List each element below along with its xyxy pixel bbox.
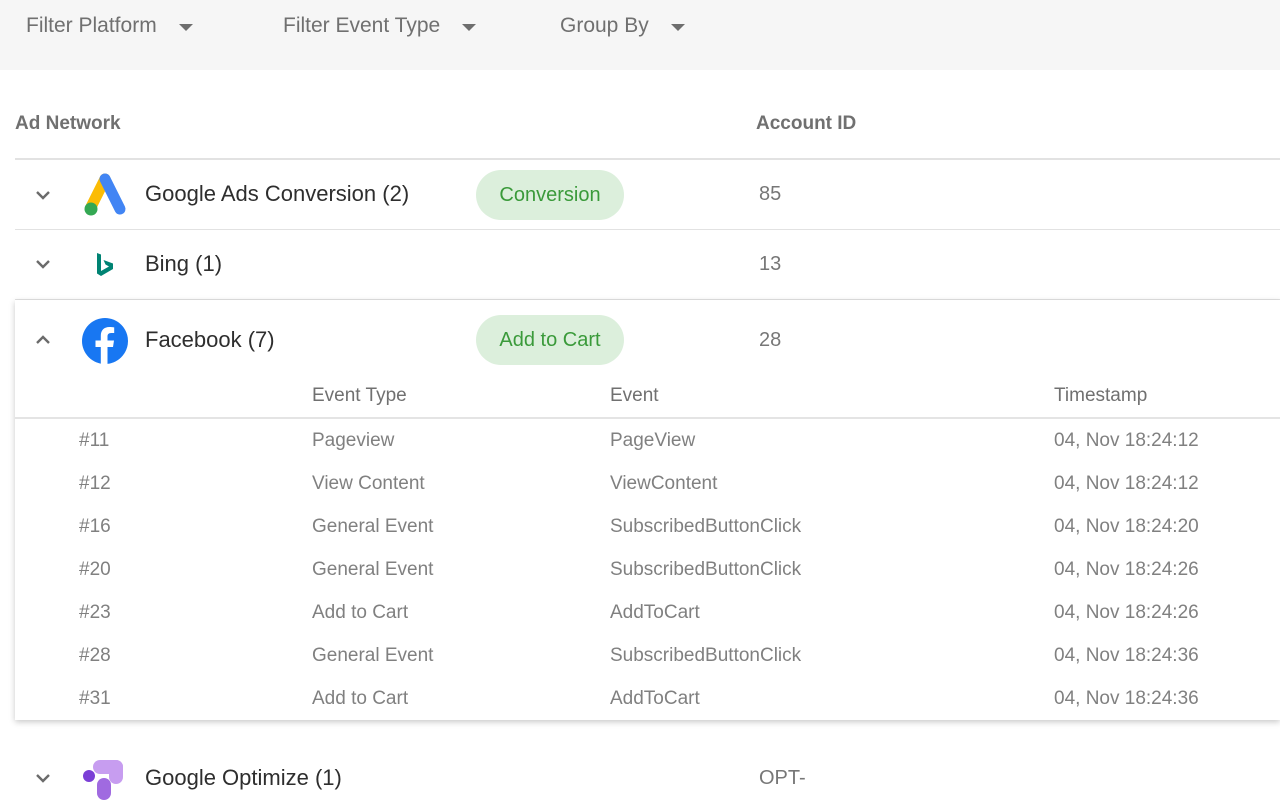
chevron-up-icon[interactable] [35,332,51,348]
event-name: ViewContent [610,473,718,494]
subheader-event-type[interactable]: Event Type [312,385,407,407]
event-type: Pageview [312,430,395,451]
account-id: OPT- [759,767,805,789]
caret-down-icon [178,23,193,31]
network-name: Google Ads Conversion (2) [145,181,410,206]
event-timestamp: 04, Nov 18:24:12 [1054,430,1199,451]
filter-event-type-dropdown[interactable]: Filter Event Type [283,12,477,40]
event-id: #31 [79,688,111,709]
event-id: #12 [79,473,111,494]
network-row-google-ads[interactable]: Google Ads Conversion (2) Conversion 85 [15,160,1280,230]
account-id: 85 [759,183,782,205]
event-id: #23 [79,602,111,623]
filter-event-type-label: Filter Event Type [283,14,441,37]
event-name: SubscribedButtonClick [610,559,802,580]
filter-bar: Filter Platform Filter Event Type Group … [0,0,1280,70]
account-id: 13 [759,253,782,275]
subheader-divider [15,417,1280,419]
event-name: AddToCart [610,688,700,709]
group-by-label: Group By [560,14,649,37]
account-id: 28 [759,329,782,351]
event-name: SubscribedButtonClick [610,516,802,537]
network-row-google-optimize[interactable]: Google Optimize (1) OPT- [15,740,1280,800]
event-timestamp: 04, Nov 18:24:26 [1054,559,1199,580]
group-by-dropdown[interactable]: Group By [560,12,685,40]
event-timestamp: 04, Nov 18:24:12 [1054,473,1199,494]
subheader-timestamp[interactable]: Timestamp [1054,385,1147,407]
event-timestamp: 04, Nov 18:24:36 [1054,688,1199,709]
network-row-facebook[interactable]: Facebook (7) Add to Cart 28 [15,300,1280,380]
event-name: AddToCart [610,602,700,623]
event-type: General Event [312,559,434,580]
chevron-down-icon[interactable] [35,256,51,272]
network-name: Facebook (7) [145,327,275,352]
event-timestamp: 04, Nov 18:24:26 [1054,602,1199,623]
event-type-badge: Conversion [476,170,624,220]
header-account-id[interactable]: Account ID [756,113,856,135]
subheader-event[interactable]: Event [610,385,659,407]
event-timestamp: 04, Nov 18:24:20 [1054,516,1199,537]
event-id: #20 [79,559,111,580]
network-row-bing[interactable]: Bing (1) 13 [15,230,1280,300]
event-type: Add to Cart [312,602,409,623]
caret-down-icon [462,23,477,31]
event-name: PageView [610,430,696,451]
chevron-down-icon[interactable] [35,770,51,786]
google-optimize-logo-icon [83,760,123,800]
event-timestamp: 04, Nov 18:24:36 [1054,645,1199,666]
filter-platform-dropdown[interactable]: Filter Platform [26,12,193,40]
event-type: General Event [312,516,434,537]
network-name: Bing (1) [145,251,223,276]
event-type-badge: Add to Cart [476,315,624,365]
bing-logo-icon [97,253,113,276]
event-name: SubscribedButtonClick [610,645,802,666]
caret-down-icon [670,23,685,31]
facebook-logo-icon [82,318,128,364]
chevron-down-icon[interactable] [35,187,51,203]
event-type: General Event [312,645,434,666]
event-type: View Content [312,473,425,494]
filter-platform-label: Filter Platform [26,14,157,37]
event-id: #11 [79,430,110,451]
event-type: Add to Cart [312,688,409,709]
google-ads-logo-icon [84,173,126,216]
network-name: Google Optimize (1) [145,765,342,790]
header-ad-network[interactable]: Ad Network [15,113,121,135]
event-id: #28 [79,645,111,666]
event-id: #16 [79,516,111,537]
